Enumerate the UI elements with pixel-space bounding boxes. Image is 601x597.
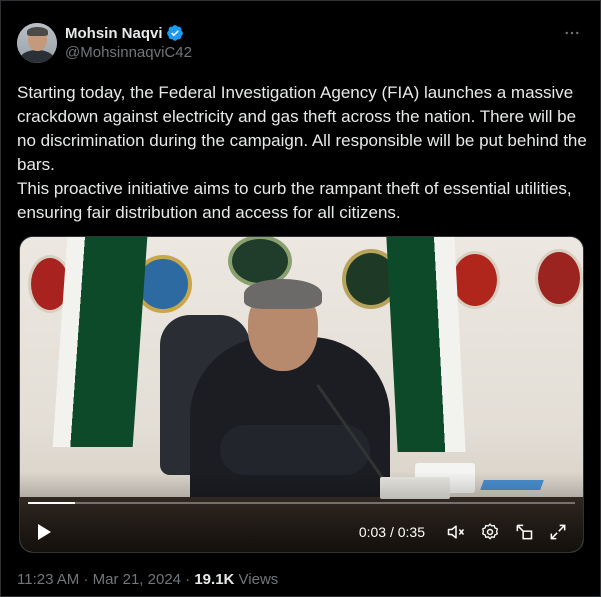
person-hair — [244, 279, 322, 309]
emblem-red-right — [535, 249, 583, 307]
verified-badge-icon — [166, 24, 184, 42]
author-names: Mohsin Naqvi @MohsinnaqviC42 — [65, 24, 192, 62]
more-horizontal-icon[interactable] — [562, 23, 582, 43]
tweet-text: Starting today, the Federal Investigatio… — [17, 81, 587, 225]
tweet-card: Mohsin Naqvi @MohsinnaqviC42 Starting to… — [0, 0, 601, 597]
play-icon[interactable] — [32, 520, 56, 544]
video-time: 0:03 / 0:35 — [358, 524, 425, 540]
fullscreen-icon[interactable] — [545, 519, 571, 545]
video-progress-fill — [28, 502, 76, 504]
current-time: 0:03 — [358, 524, 387, 540]
video-player[interactable]: 0:03 / 0:35 — [19, 236, 584, 553]
handle[interactable]: @MohsinnaqviC42 — [65, 44, 192, 61]
tweet-text-paragraph-2: This proactive initiative aims to curb t… — [17, 179, 572, 222]
views-count: 19.1K — [194, 571, 235, 588]
tweet-text-paragraph-1: Starting today, the Federal Investigatio… — [17, 83, 587, 174]
video-frame — [20, 237, 583, 552]
tweet-header: Mohsin Naqvi @MohsinnaqviC42 — [17, 23, 584, 67]
display-name[interactable]: Mohsin Naqvi — [65, 25, 163, 42]
video-progress-bar[interactable] — [28, 502, 575, 504]
avatar[interactable] — [17, 23, 57, 63]
video-controls: 0:03 / 0:35 — [20, 517, 583, 547]
views-label: Views — [234, 571, 279, 588]
duration: 0:35 — [397, 524, 425, 540]
pip-icon[interactable] — [511, 519, 537, 545]
settings-icon[interactable] — [477, 519, 503, 545]
flag-right — [386, 237, 466, 452]
post-time[interactable]: 11:23 AM — [17, 571, 79, 588]
person-arms — [220, 425, 370, 475]
tweet-meta: 11:23 AM · Mar 21, 2024 · 19.1K Views — [17, 571, 279, 588]
mute-icon[interactable] — [443, 519, 469, 545]
flag-left — [52, 237, 148, 447]
post-date[interactable]: Mar 21, 2024 — [93, 571, 181, 588]
